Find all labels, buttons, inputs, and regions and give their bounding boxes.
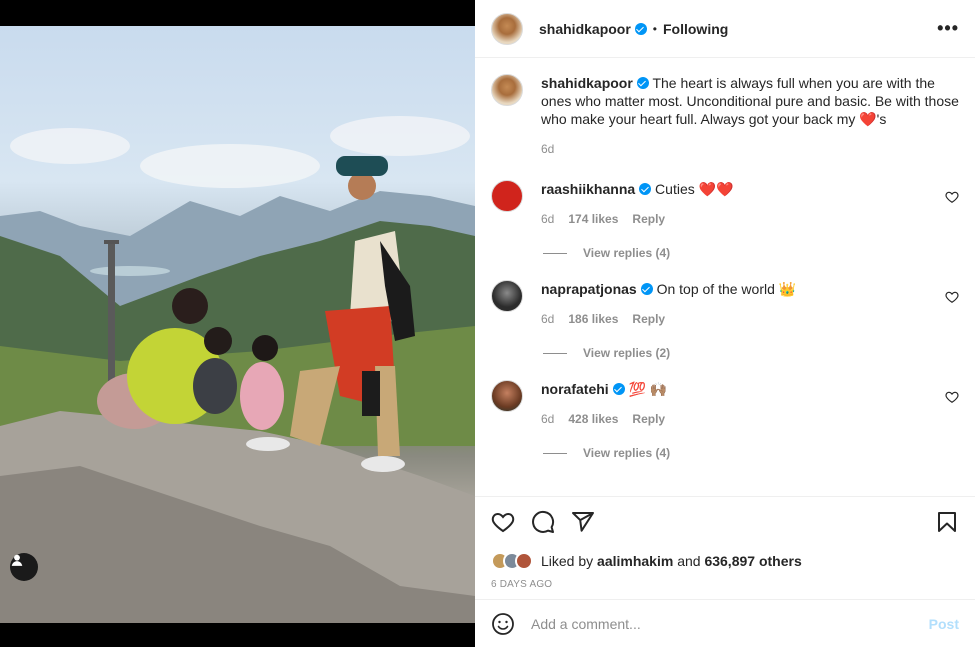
post-header: shahidkapoor • Following ••• [475,0,975,58]
bookmark-icon[interactable] [935,510,959,534]
view-replies-button[interactable]: View replies (2) [541,346,959,360]
view-replies-label: View replies (4) [583,446,671,460]
comment-body: On top of the world 👑 [656,281,797,297]
add-comment-bar: Post [475,599,975,647]
share-icon[interactable] [571,510,595,534]
caption-meta: 6d [541,142,959,156]
comment-avatar[interactable] [491,280,523,312]
author-username[interactable]: shahidkapoor [539,21,631,37]
caption: shahidkapoor The heart is always full wh… [491,74,959,156]
verified-badge-icon [640,283,653,295]
comment-text: norafatehi 💯 🙌🏽 [541,380,929,398]
verified-badge-icon [636,77,649,89]
reply-button[interactable]: Reply [632,212,665,226]
comment-heart-icon[interactable] [945,190,959,204]
comment-avatar[interactable] [491,380,523,412]
comment-meta: 6d 174 likes Reply [541,212,929,226]
author-avatar[interactable] [491,12,523,45]
comment-username[interactable]: norafatehi [541,381,609,397]
comment-time[interactable]: 6d [541,412,554,426]
comment-body: 💯 🙌🏽 [628,381,668,397]
reply-button[interactable]: Reply [632,412,665,426]
comment-meta: 6d 186 likes Reply [541,312,929,326]
likes-and: and [677,553,701,569]
comment-icon[interactable] [531,510,555,534]
caption-username[interactable]: shahidkapoor [541,75,633,91]
replies-line [543,452,567,454]
comment-item: norafatehi 💯 🙌🏽 6d 428 likes Reply [491,380,959,426]
comment-meta: 6d 428 likes Reply [541,412,929,426]
comment-username[interactable]: raashiikhanna [541,181,635,197]
likes-row: Liked by aalimhakim and 636,897 others [475,547,975,575]
view-replies-label: View replies (4) [583,246,671,260]
comment-item: naprapatjonas On top of the world 👑 6d 1… [491,280,959,326]
post-comment-button[interactable]: Post [929,616,959,632]
following-button[interactable]: Following [663,21,728,37]
post-side-panel: shahidkapoor • Following ••• shahidkapoo… [475,0,975,647]
comment-time[interactable]: 6d [541,212,554,226]
heart-icon[interactable] [491,510,515,534]
verified-badge-icon [612,383,625,395]
comment-username[interactable]: naprapatjonas [541,281,637,297]
replies-line [543,252,567,254]
separator-dot: • [652,21,657,36]
comment-body: Cuties ❤️❤️ [655,181,734,197]
likes-summary: Liked by aalimhakim and 636,897 others [541,553,802,569]
liker-avatar [515,552,533,570]
instagram-post-modal: shahidkapoor • Following ••• shahidkapoo… [0,0,975,647]
caption-avatar[interactable] [491,74,523,106]
view-replies-label: View replies (2) [583,346,671,360]
smile-icon[interactable] [491,612,515,636]
liker-avatars [491,552,533,570]
user-tag-icon [11,554,23,566]
post-actions [475,497,975,547]
view-replies-button[interactable]: View replies (4) [541,446,959,460]
comment-time[interactable]: 6d [541,312,554,326]
post-timestamp[interactable]: 6 DAYS AGO [475,575,975,599]
more-icon[interactable]: ••• [937,18,959,39]
comment-likes[interactable]: 186 likes [568,312,618,326]
comment-heart-icon[interactable] [945,390,959,404]
comment-likes[interactable]: 428 likes [568,412,618,426]
verified-badge-icon [639,183,652,195]
liker-username[interactable]: aalimhakim [597,553,673,569]
comment-heart-icon[interactable] [945,290,959,304]
comment-avatar[interactable] [491,180,523,212]
post-photo[interactable] [0,26,475,623]
comment-input[interactable] [531,615,929,632]
comment-text: raashiikhanna Cuties ❤️❤️ [541,180,929,198]
comment-text: naprapatjonas On top of the world 👑 [541,280,929,298]
likes-prefix: Liked by [541,553,594,569]
user-tag-button[interactable] [10,553,38,581]
view-replies-button[interactable]: View replies (4) [541,246,959,260]
comment-likes[interactable]: 174 likes [568,212,618,226]
caption-text: shahidkapoor The heart is always full wh… [541,74,959,128]
comments-list[interactable]: shahidkapoor The heart is always full wh… [475,58,975,497]
caption-time[interactable]: 6d [541,142,554,156]
reply-button[interactable]: Reply [632,312,665,326]
photo-pane [0,0,475,647]
comment-item: raashiikhanna Cuties ❤️❤️ 6d 174 likes R… [491,180,959,226]
photo-scene [0,116,475,623]
likes-count[interactable]: 636,897 others [704,553,801,569]
replies-line [543,352,567,354]
verified-badge-icon [634,22,647,35]
